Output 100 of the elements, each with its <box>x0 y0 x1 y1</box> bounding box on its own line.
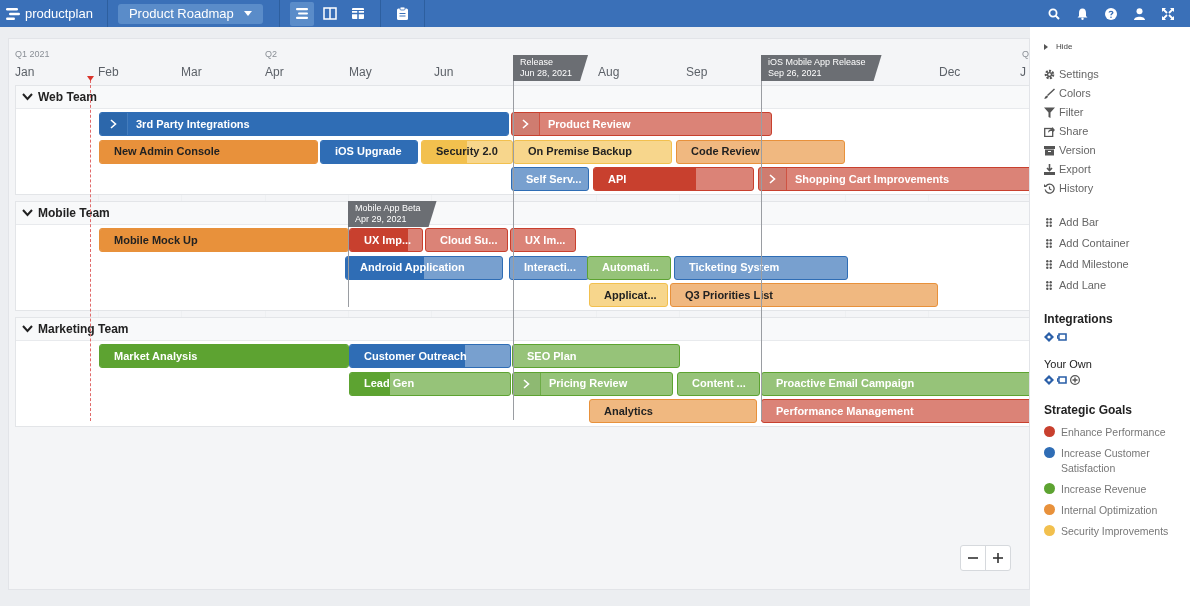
clipboard-icon[interactable] <box>396 7 408 20</box>
month-label: Apr <box>265 64 284 81</box>
list-view-icon[interactable] <box>289 1 314 26</box>
roadmap-bar[interactable]: Market Analysis <box>99 344 349 368</box>
grip-icon <box>1046 260 1052 269</box>
roadmap-bar[interactable]: Mobile Mock Up <box>99 228 349 252</box>
month-label: Jun <box>434 64 454 81</box>
bar-label: API <box>607 171 627 187</box>
milestone-title: iOS Mobile App Release <box>768 57 866 68</box>
container-bar[interactable]: Product Review <box>511 112 772 136</box>
section-title: Strategic Goals <box>1044 401 1134 419</box>
hide-toggle[interactable]: Hide <box>1044 41 1190 53</box>
container-bar[interactable]: Shopping Cart Improvements <box>758 167 1029 191</box>
bar-label: On Premise Backup <box>527 144 632 160</box>
menu-item[interactable]: Colors <box>1044 84 1190 103</box>
user-icon[interactable] <box>1134 7 1145 20</box>
month-label: Aug <box>598 64 620 81</box>
caret-icon <box>243 11 252 16</box>
roadmap-bar[interactable]: iOS Upgrade <box>320 139 418 164</box>
search-icon[interactable] <box>1048 7 1060 20</box>
milestone-flag[interactable]: Mobile App Beta Apr 29, 2021 <box>348 201 437 227</box>
roadmap-bar[interactable]: API <box>593 167 754 191</box>
archive-icon <box>1044 145 1055 156</box>
lane-title[interactable]: Web Team <box>38 88 97 106</box>
bar-label: Android Application <box>359 260 465 276</box>
lane-title[interactable]: Marketing Team <box>38 320 129 338</box>
brand-name: productplan <box>25 4 93 23</box>
quarter-label: Q2 <box>265 48 277 61</box>
grip-icon <box>1046 218 1052 227</box>
roadmap-bar[interactable]: Code Review <box>676 139 845 164</box>
bar-label: Interacti... <box>523 260 576 276</box>
collapse-toggle[interactable] <box>22 209 33 217</box>
bar-label: Product Review <box>547 116 631 132</box>
logo-icon <box>6 7 20 20</box>
roadmap-bar[interactable]: UX Im... <box>510 228 576 252</box>
goal-label: Increase Customer Satisfaction <box>1061 445 1151 476</box>
bar-label: Pricing Review <box>548 376 628 392</box>
brush-icon <box>1044 88 1055 99</box>
roadmap-bar[interactable]: Performance Management <box>761 399 1029 423</box>
bar-label: New Admin Console <box>113 144 220 160</box>
roadmap-bar[interactable]: Android Application <box>345 255 503 280</box>
menu-item[interactable]: Share <box>1044 122 1190 141</box>
menu-item[interactable]: Filter <box>1044 103 1190 122</box>
bar-label: Applicat... <box>603 287 657 303</box>
download-icon <box>1044 164 1055 175</box>
chevron-icon[interactable] <box>110 119 117 129</box>
roadmap-bar[interactable]: Cloud Su... <box>425 228 508 252</box>
add-item[interactable]: Add Lane <box>1046 277 1190 294</box>
settings-icon <box>1044 69 1055 80</box>
chevron-icon[interactable] <box>769 174 776 184</box>
milestone-flag[interactable]: iOS Mobile App Release Sep 26, 2021 <box>761 55 882 81</box>
roadmap-bar[interactable]: On Premise Backup <box>513 139 672 164</box>
add-item[interactable]: Add Milestone <box>1046 256 1190 273</box>
bar-label: Customer Outreach <box>363 348 467 364</box>
bar-label: Code Review <box>690 144 760 160</box>
bar-label: UX Imp... <box>363 232 412 248</box>
month-label: J <box>1020 64 1026 81</box>
roadmap-bar[interactable]: Customer Outreach <box>349 344 511 368</box>
roadmap-dropdown[interactable]: Product Roadmap <box>117 3 263 24</box>
roadmap-bar[interactable]: Interacti... <box>509 255 589 280</box>
chevron-icon[interactable] <box>522 119 529 129</box>
bar-label: Automati... <box>601 260 659 276</box>
expand-icon[interactable] <box>1162 7 1174 20</box>
bar-label: Security 2.0 <box>435 144 498 160</box>
diamond-icon[interactable] <box>1044 374 1054 385</box>
collapse-toggle[interactable] <box>22 93 33 101</box>
history-icon <box>1044 183 1055 194</box>
share-icon <box>1044 126 1055 137</box>
bar-label: Self Serv... <box>525 171 582 187</box>
menu-item[interactable]: History <box>1044 179 1190 198</box>
roadmap-bar[interactable]: Applicat... <box>589 283 668 307</box>
roadmap-bar[interactable]: UX Imp... <box>349 228 423 252</box>
bar-label: Proactive Email Campaign <box>775 376 915 392</box>
menu-item[interactable]: Version <box>1044 141 1190 160</box>
month-label: May <box>349 64 372 81</box>
menu-item[interactable]: Settings <box>1044 65 1190 84</box>
bar-label: Mobile Mock Up <box>113 232 198 248</box>
diamond-icon[interactable] <box>1044 332 1054 342</box>
add-item[interactable]: Add Container <box>1046 235 1190 252</box>
bar-label: 3rd Party Integrations <box>135 116 250 132</box>
add-icon[interactable] <box>1070 374 1080 385</box>
collapse-toggle[interactable] <box>22 325 33 333</box>
container-bar[interactable]: 3rd Party Integrations <box>99 112 509 136</box>
roadmap-bar[interactable]: Self Serv... <box>511 167 589 191</box>
month-label: Jan <box>15 64 35 81</box>
roadmap-bar[interactable]: Analytics <box>589 399 757 423</box>
roadmap-bar[interactable]: Lead Gen <box>349 371 511 396</box>
bar-label: Analytics <box>603 403 653 419</box>
lane-title[interactable]: Mobile Team <box>38 204 110 222</box>
milestone-date: Jun 28, 2021 <box>520 68 573 79</box>
bell-icon[interactable] <box>1077 7 1088 20</box>
help-icon[interactable] <box>1105 7 1117 20</box>
roadmap-bar[interactable]: New Admin Console <box>99 139 318 164</box>
roadmap-bar[interactable]: Security 2.0 <box>421 139 513 164</box>
menu-item[interactable]: Export <box>1044 160 1190 179</box>
milestone-flag[interactable]: Release Jun 28, 2021 <box>513 55 589 81</box>
bar-label: SEO Plan <box>526 348 577 364</box>
add-item[interactable]: Add Bar <box>1046 214 1190 231</box>
quarter-label: Q1 2021 <box>15 48 50 61</box>
bar-label: Lead Gen <box>363 376 415 392</box>
